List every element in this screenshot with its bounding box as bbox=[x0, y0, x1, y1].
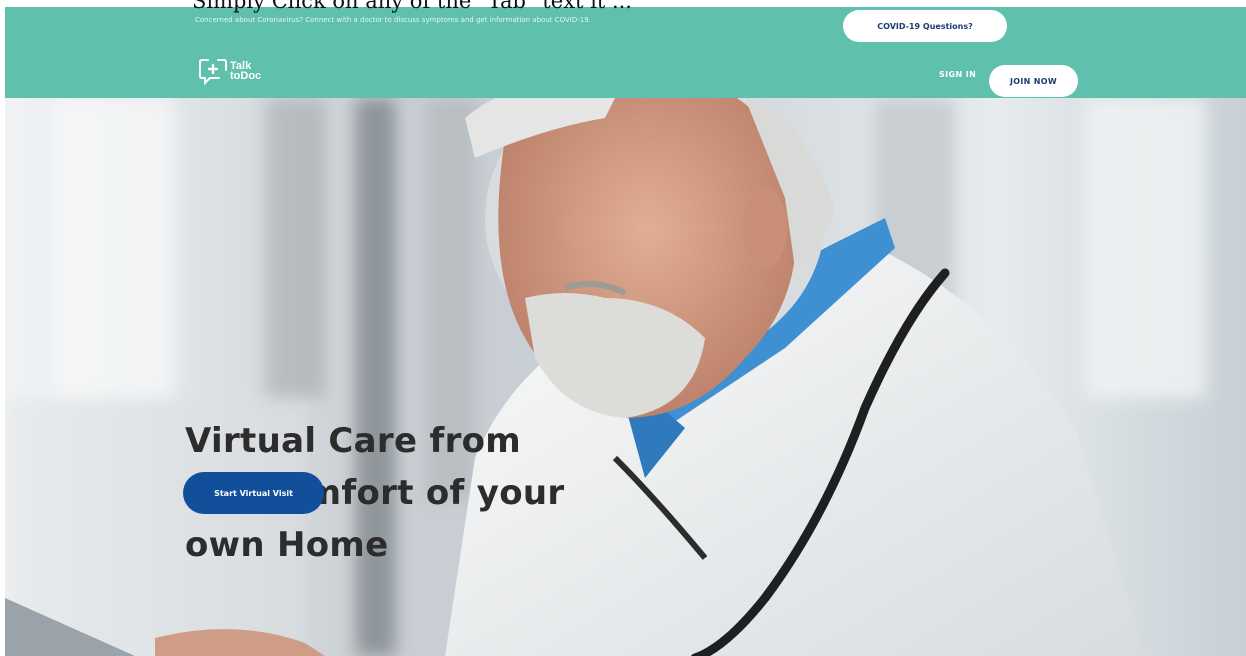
hero-section: Virtual Care from the comfort of your ow… bbox=[5, 98, 1246, 656]
start-virtual-visit-button[interactable]: Start Virtual Visit bbox=[183, 472, 324, 514]
chat-plus-icon bbox=[199, 59, 227, 86]
logo-text-line2: toDoc bbox=[230, 70, 262, 82]
covid-notice: Concerned about Coronavirus? Connect wit… bbox=[195, 16, 591, 24]
overlay-caption: Simply Click on any of the "Tab" text it… bbox=[192, 0, 632, 13]
headline-line: own Home bbox=[185, 525, 389, 565]
sign-in-link[interactable]: SIGN IN bbox=[939, 70, 976, 79]
doctor-photo bbox=[5, 98, 1246, 656]
site-header: Concerned about Coronavirus? Connect wit… bbox=[5, 7, 1246, 98]
covid-questions-button[interactable]: COVID-19 Questions? bbox=[843, 10, 1007, 42]
headline-line: Virtual Care from bbox=[185, 421, 522, 461]
talktodoc-logo[interactable]: Talk toDoc bbox=[197, 55, 261, 87]
join-now-button[interactable]: JOIN NOW bbox=[989, 65, 1078, 97]
